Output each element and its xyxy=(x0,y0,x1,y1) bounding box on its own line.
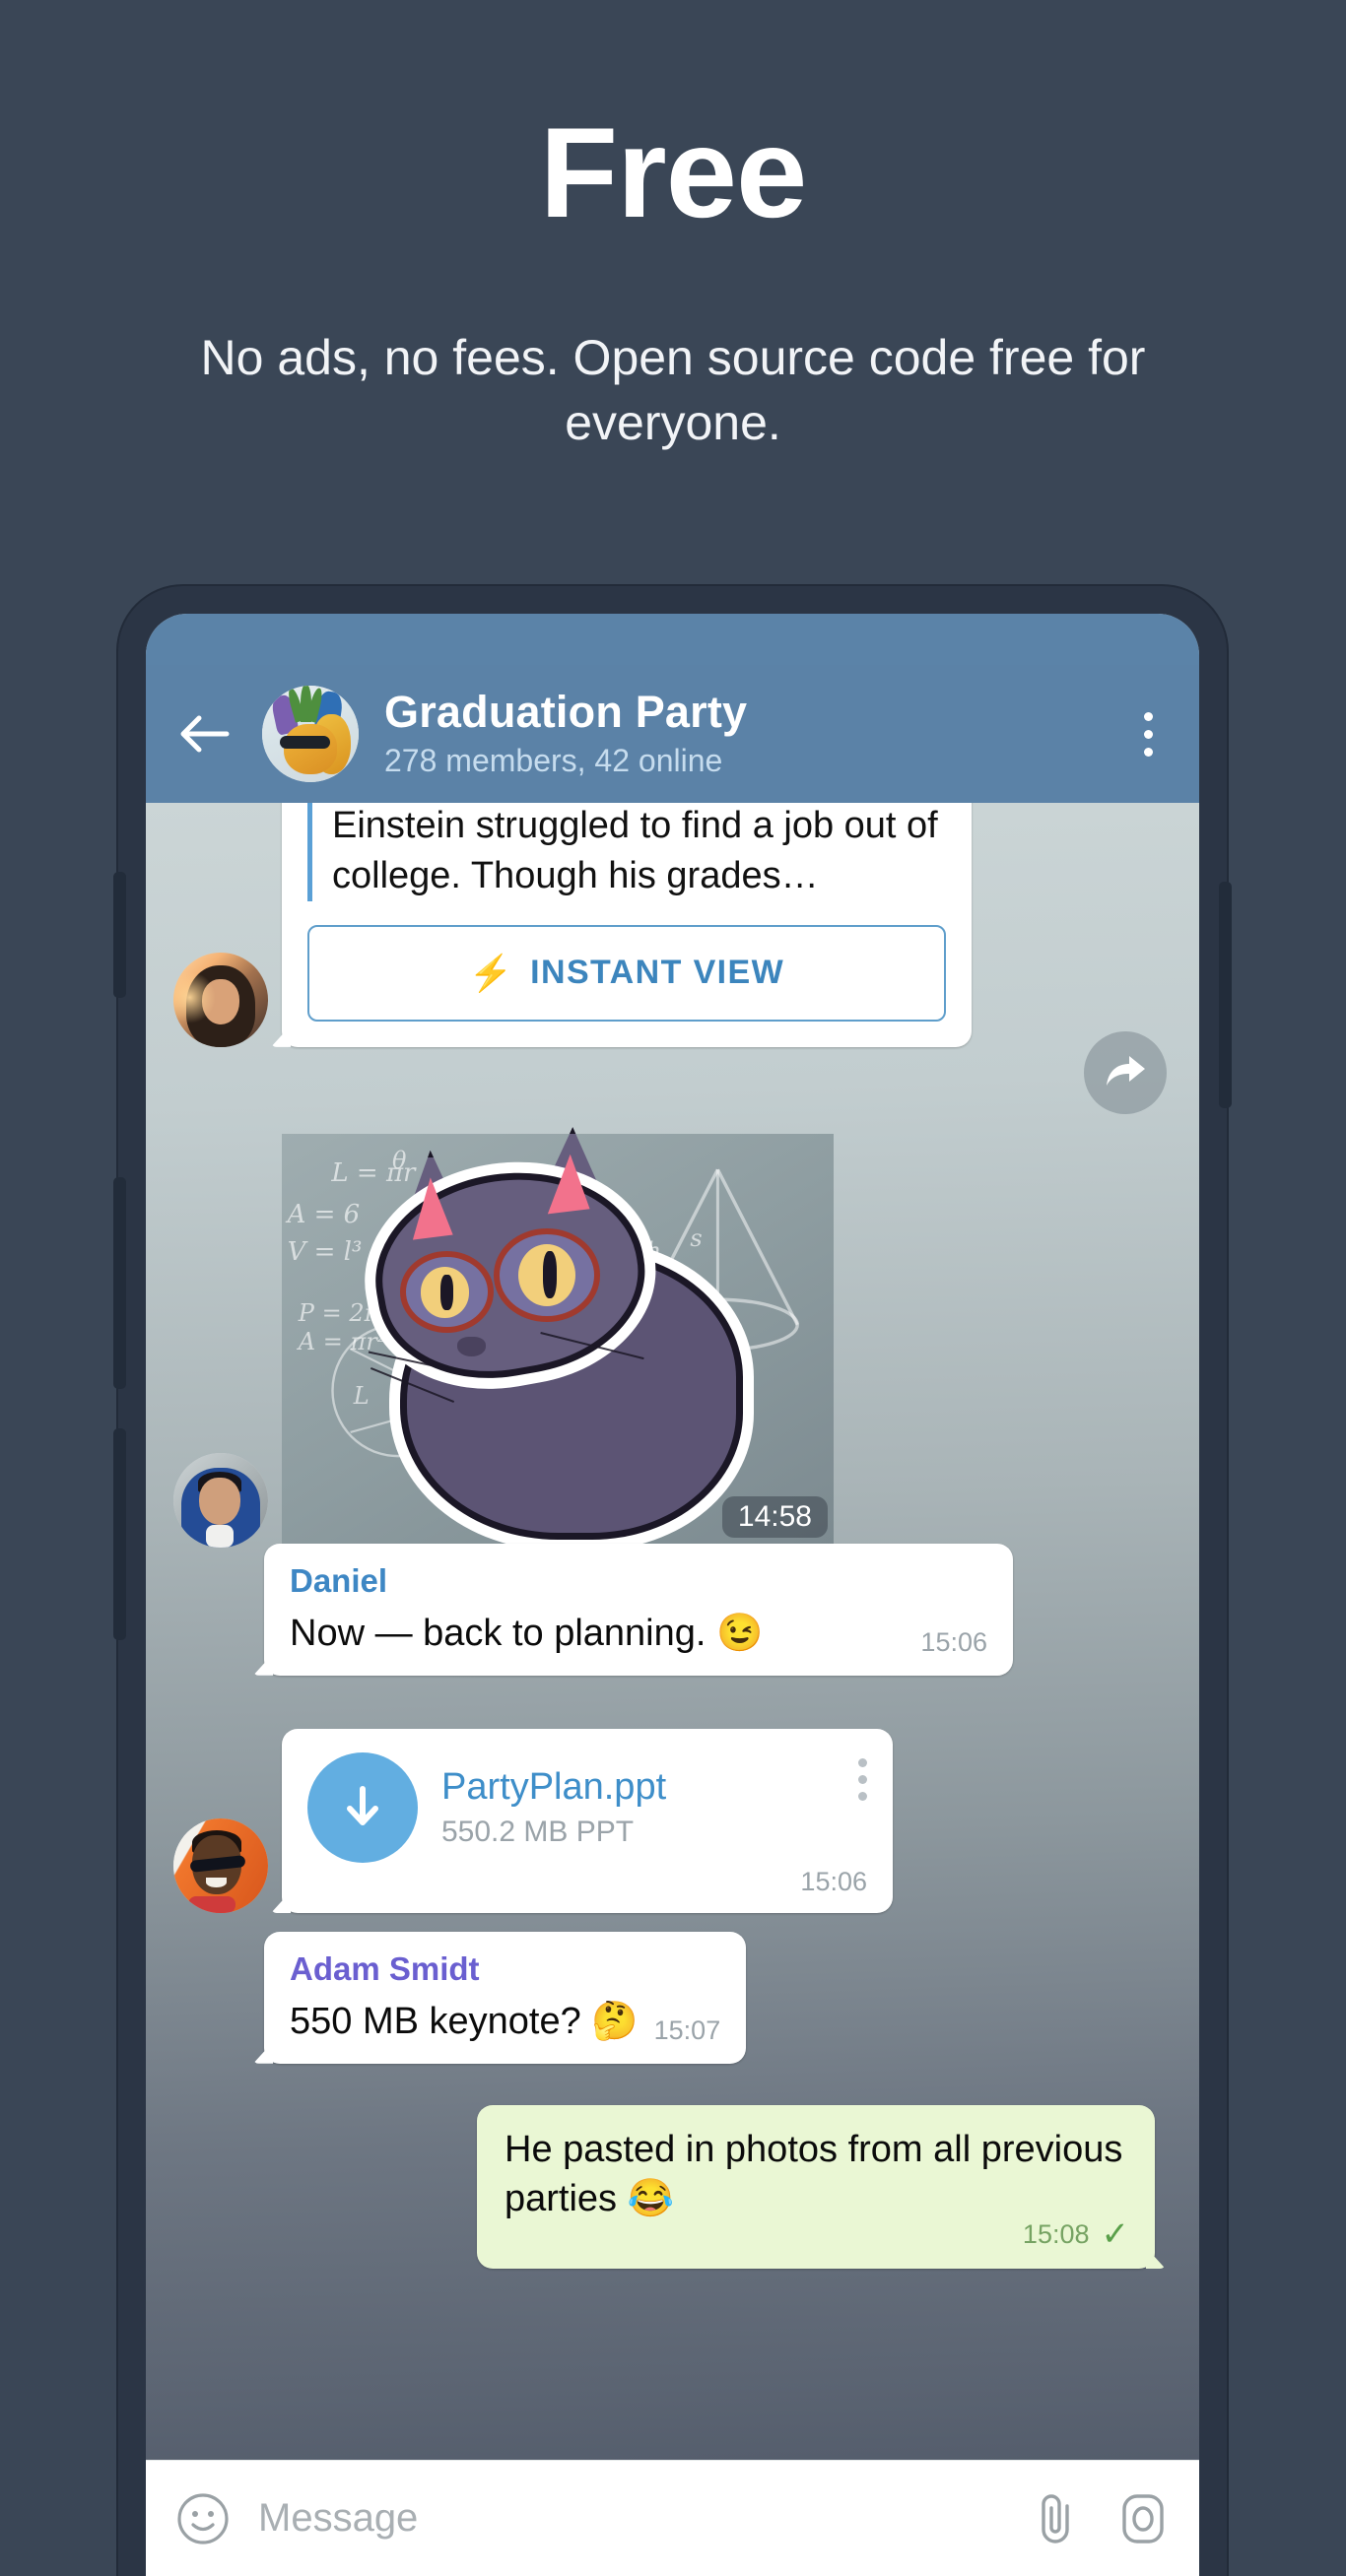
sticker-formula: A = 6 xyxy=(287,1200,361,1230)
message-timestamp: 15:06 xyxy=(920,1626,987,1657)
paperclip-icon[interactable] xyxy=(1030,2490,1083,2547)
message-bubble[interactable]: Einstein struggled to find a job out of … xyxy=(282,803,972,1047)
message-list[interactable]: Einstein struggled to find a job out of … xyxy=(146,803,1199,2460)
forward-arrow-icon xyxy=(1107,1056,1145,1086)
back-button[interactable] xyxy=(146,712,262,756)
smiley-face-icon[interactable] xyxy=(175,2491,231,2546)
promo-header: Free No ads, no fees. Open source code f… xyxy=(0,0,1346,591)
math-cat-sticker[interactable]: L = πr A = 6 V = l³ P = 2πr A = πr² θ h … xyxy=(282,1127,834,1548)
chat-meta: Graduation Party 278 members, 42 online xyxy=(384,686,1097,780)
message-bubble[interactable]: PartyPlan.ppt 550.2 MB PPT 15:06 xyxy=(282,1729,893,1913)
download-arrow-icon xyxy=(347,1786,378,1825)
phone-screen: Graduation Party 278 members, 42 online … xyxy=(146,614,1199,2576)
overflow-menu-button[interactable] xyxy=(1097,711,1199,757)
message-file[interactable]: PartyPlan.ppt 550.2 MB PPT 15:06 xyxy=(173,1729,893,1913)
overflow-menu-icon xyxy=(1143,711,1153,721)
sticker-formula: V = l³ xyxy=(287,1237,363,1267)
message-text: 550 MB keynote? 🤔 xyxy=(290,2000,639,2042)
message-sticker[interactable]: L = πr A = 6 V = l³ P = 2πr A = πr² θ h … xyxy=(173,1127,834,1548)
message-daniel[interactable]: Daniel Now — back to planning. 😉 15:06 xyxy=(264,1544,1013,1676)
lightning-bolt-icon: ⚡ xyxy=(468,952,515,993)
message-input[interactable]: Message xyxy=(258,2496,1030,2541)
page-subtitle: No ads, no fees. Open source code free f… xyxy=(200,330,1146,450)
message-timestamp: 15:06 xyxy=(800,1867,867,1896)
avatar[interactable] xyxy=(173,952,268,1047)
message-timestamp: 14:58 xyxy=(721,1496,828,1538)
phone-mockup: Graduation Party 278 members, 42 online … xyxy=(113,586,1232,2576)
avatar[interactable] xyxy=(173,1818,268,1913)
link-preview-quote: Einstein struggled to find a job out of … xyxy=(307,803,946,901)
joy-emoji-icon: 😂 xyxy=(627,2178,674,2220)
status-bar xyxy=(146,614,1199,665)
message-composer: Message xyxy=(146,2460,1199,2576)
message-outgoing[interactable]: He pasted in photos from all previous pa… xyxy=(477,2105,1155,2270)
message-adam[interactable]: Adam Smidt 550 MB keynote? 🤔 15:07 xyxy=(264,1932,747,2064)
message-link-preview[interactable]: Einstein struggled to find a job out of … xyxy=(173,803,972,1047)
phone-side-button-mute[interactable] xyxy=(113,872,126,998)
message-sender: Adam Smidt xyxy=(290,1950,480,1987)
phone-side-button-volume-up[interactable] xyxy=(113,1177,126,1389)
thinking-emoji-icon: 🤔 xyxy=(591,2000,639,2042)
phone-side-button-power[interactable] xyxy=(1219,882,1232,1108)
wink-emoji-icon: 😉 xyxy=(716,1612,764,1654)
instant-view-button[interactable]: ⚡ INSTANT VIEW xyxy=(307,924,946,1022)
file-overflow-menu-button[interactable] xyxy=(858,1758,867,1801)
message-text: He pasted in photos from all previous pa… xyxy=(505,2129,1123,2220)
message-sender: Daniel xyxy=(290,1562,388,1599)
sent-check-icon: ✓ xyxy=(1101,2215,1130,2254)
back-arrow-icon xyxy=(180,715,230,753)
link-preview-text: Einstein struggled to find a job out of … xyxy=(332,805,938,896)
file-meta: 550.2 MB PPT xyxy=(441,1815,635,1848)
message-bubble[interactable]: Adam Smidt 550 MB keynote? 🤔 15:07 xyxy=(264,1932,747,2064)
chat-avatar[interactable] xyxy=(262,686,359,782)
file-overflow-menu-icon xyxy=(858,1758,867,1767)
avatar[interactable] xyxy=(173,1453,268,1548)
message-text: Now — back to planning. 😉 xyxy=(290,1612,764,1654)
man-sunglasses-avatar xyxy=(173,1818,268,1913)
instant-view-label: INSTANT VIEW xyxy=(530,954,785,992)
cat-illustration xyxy=(359,1127,767,1540)
camera-icon[interactable] xyxy=(1116,2490,1170,2547)
pineapple-sunglasses-avatar xyxy=(262,686,359,782)
message-timestamp: 15:08 xyxy=(1022,2218,1090,2249)
message-bubble[interactable]: He pasted in photos from all previous pa… xyxy=(477,2105,1155,2270)
message-bubble[interactable]: Daniel Now — back to planning. 😉 15:06 xyxy=(264,1544,1013,1676)
chat-subtitle: 278 members, 42 online xyxy=(384,743,723,779)
message-timestamp: 15:07 xyxy=(653,2015,721,2045)
forward-button[interactable] xyxy=(1084,1031,1167,1114)
blue-hoodie-avatar xyxy=(173,1453,268,1548)
file-name[interactable]: PartyPlan.ppt xyxy=(441,1766,666,1810)
page-title: Free xyxy=(539,100,808,244)
download-button[interactable] xyxy=(307,1752,418,1863)
chat-toolbar: Graduation Party 278 members, 42 online xyxy=(146,665,1199,803)
chat-title: Graduation Party xyxy=(384,686,748,737)
woman-sunset-avatar xyxy=(173,952,268,1047)
phone-side-button-volume-down[interactable] xyxy=(113,1428,126,1640)
